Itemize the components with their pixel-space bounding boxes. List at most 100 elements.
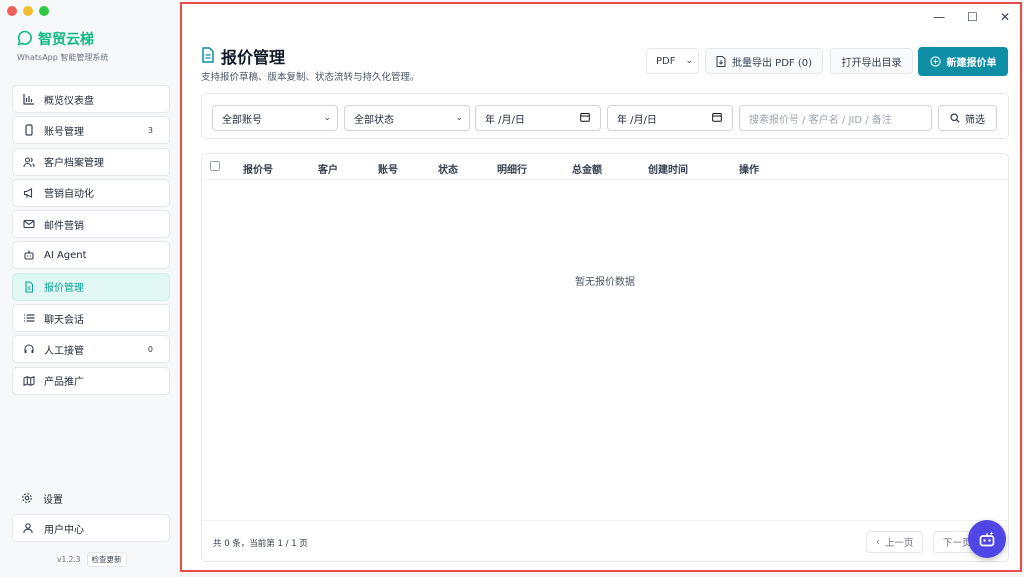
sidebar-item-label: 设置 (43, 494, 63, 506)
brand-subtitle: WhatsApp 智能管理系统 (17, 53, 109, 62)
chevron-down-icon: ⌄ (455, 113, 463, 123)
column-header-line-items[interactable]: 明细行 (497, 161, 527, 176)
user-icon (22, 522, 36, 534)
minimize-window-button[interactable] (23, 6, 33, 16)
sidebar-bottom: 设置 用户中心 (12, 484, 170, 542)
page-subtitle: 支持报价草稿、版本复制、状态流转与持久化管理。 (201, 72, 420, 83)
column-header-status[interactable]: 状态 (438, 161, 458, 176)
status-select-value: 全部状态 (354, 114, 394, 126)
ai-assistant-button[interactable] (968, 520, 1006, 558)
column-header-customer[interactable]: 客户 (318, 161, 338, 176)
sidebar-item-marketing[interactable]: 营销自动化 (12, 178, 170, 207)
count-badge: 0 (147, 344, 153, 354)
phone-icon (22, 123, 36, 137)
format-select[interactable]: PDF ⌄ (646, 48, 699, 74)
date-to-input[interactable]: 年 /月/日 (607, 105, 733, 131)
close-icon[interactable]: ✕ (1000, 10, 1010, 24)
sidebar-item-settings[interactable]: 设置 (12, 484, 170, 512)
search-placeholder: 搜索报价号 / 客户名 / JID / 备注 (749, 114, 892, 126)
chat-bubble-icon (17, 30, 33, 49)
open-export-dir-label: 打开导出目录 (841, 57, 902, 69)
table-footer: 共 0 条，当前第 1 / 1 页 ‹ 上一页 下一页 (202, 520, 1008, 562)
sidebar: 智贸云梯 WhatsApp 智能管理系统 概览仪表盘 账号管理 3 客户档案管理… (0, 0, 180, 577)
megaphone-icon (22, 186, 36, 200)
sidebar-item-label: 报价管理 (44, 283, 84, 295)
date-to-value: 年 /月/日 (617, 114, 657, 126)
sidebar-item-promotion[interactable]: 产品推广 (12, 366, 170, 395)
status-select[interactable]: 全部状态 ⌄ (344, 105, 470, 131)
search-input[interactable]: 搜索报价号 / 客户名 / JID / 备注 (739, 105, 932, 131)
document-icon (201, 46, 215, 66)
column-header-actions: 操作 (739, 165, 759, 176)
page-title: 报价管理 (221, 48, 286, 67)
close-window-button[interactable] (7, 6, 17, 16)
sidebar-item-label: 产品推广 (44, 377, 84, 389)
check-update-button[interactable]: 检查更新 (86, 552, 127, 567)
users-icon (22, 155, 36, 169)
mail-icon (22, 217, 36, 231)
sidebar-item-label: 客户档案管理 (44, 158, 104, 170)
sidebar-item-label: AI Agent (44, 249, 87, 261)
filter-button-label: 筛选 (965, 114, 985, 126)
new-quote-label: 新建报价单 (946, 58, 997, 69)
column-header-quote-no[interactable]: 报价号 (243, 161, 273, 176)
sidebar-item-email[interactable]: 邮件营销 (12, 210, 170, 239)
column-header-total-amount[interactable]: 总金额 (572, 161, 602, 176)
zoom-window-button[interactable] (39, 6, 49, 16)
sidebar-item-label: 人工接管 (44, 345, 84, 357)
column-header-account[interactable]: 账号 (378, 161, 398, 176)
sidebar-item-label: 邮件营销 (44, 220, 84, 232)
sidebar-item-takeover[interactable]: 人工接管 0 (12, 335, 170, 364)
maximize-icon[interactable]: ☐ (967, 10, 978, 24)
table-header: 报价号 客户 账号 状态 明细行 总金额 创建时间 操作 (202, 154, 1008, 180)
quotes-table: 报价号 客户 账号 状态 明细行 总金额 创建时间 操作 暂无报价数据 共 0 … (201, 153, 1009, 562)
date-from-value: 年 /月/日 (485, 114, 525, 126)
chevron-left-icon: ‹ (876, 536, 880, 548)
pagination-summary: 共 0 条，当前第 1 / 1 页 (213, 539, 308, 549)
count-badge: 3 (147, 125, 153, 135)
window-controls: — ☐ ✕ (933, 10, 1010, 24)
sidebar-nav: 概览仪表盘 账号管理 3 客户档案管理 营销自动化 邮件营销 AI Agent … (12, 85, 170, 398)
map-icon (22, 374, 36, 388)
open-export-dir-button[interactable]: 打开导出目录 (830, 48, 913, 74)
empty-state-text: 暂无报价数据 (575, 277, 635, 288)
list-icon (22, 311, 36, 325)
sidebar-item-dashboard[interactable]: 概览仪表盘 (12, 85, 170, 113)
sidebar-item-label: 概览仪表盘 (44, 95, 94, 107)
bar-chart-icon (22, 92, 36, 106)
minimize-icon[interactable]: — (933, 10, 945, 24)
select-all-checkbox[interactable] (210, 161, 220, 171)
brand: 智贸云梯 (17, 29, 94, 49)
sidebar-item-customers[interactable]: 客户档案管理 (12, 147, 170, 176)
account-select-value: 全部账号 (222, 114, 262, 126)
robot-icon (977, 529, 997, 549)
plus-circle-icon (929, 56, 941, 67)
sidebar-item-label: 账号管理 (44, 126, 84, 138)
search-icon (950, 113, 960, 123)
date-from-input[interactable]: 年 /月/日 (475, 105, 601, 131)
sidebar-item-ai-agent[interactable]: AI Agent (12, 241, 170, 270)
sidebar-item-label: 聊天会话 (44, 314, 84, 326)
batch-export-button[interactable]: 批量导出 PDF (0) (705, 48, 823, 74)
sidebar-item-accounts[interactable]: 账号管理 3 (12, 116, 170, 145)
calendar-icon[interactable] (712, 112, 722, 125)
sidebar-item-user-center[interactable]: 用户中心 (12, 514, 170, 542)
batch-export-label: 批量导出 PDF (0) (731, 57, 812, 69)
brand-name: 智贸云梯 (38, 32, 94, 48)
sidebar-item-label: 用户中心 (44, 524, 84, 536)
filter-bar: 全部账号 ⌄ 全部状态 ⌄ 年 /月/日 年 /月/日 搜索报价号 / 客户名 … (201, 93, 1009, 139)
column-header-created-time[interactable]: 创建时间 (648, 161, 688, 176)
prev-page-label: 上一页 (884, 538, 914, 549)
calendar-icon[interactable] (580, 112, 590, 125)
version-text: v1.2.3 (57, 555, 81, 564)
chevron-down-icon: ⌄ (685, 56, 693, 66)
filter-button[interactable]: 筛选 (938, 105, 997, 131)
account-select[interactable]: 全部账号 ⌄ (212, 105, 338, 131)
window-traffic-lights (7, 6, 49, 16)
headset-icon (22, 342, 36, 356)
prev-page-button[interactable]: ‹ 上一页 (866, 531, 924, 553)
bot-icon (22, 248, 36, 262)
sidebar-item-quotes[interactable]: 报价管理 (12, 272, 170, 301)
sidebar-item-chats[interactable]: 聊天会话 (12, 304, 170, 333)
new-quote-button[interactable]: 新建报价单 (918, 47, 1008, 76)
